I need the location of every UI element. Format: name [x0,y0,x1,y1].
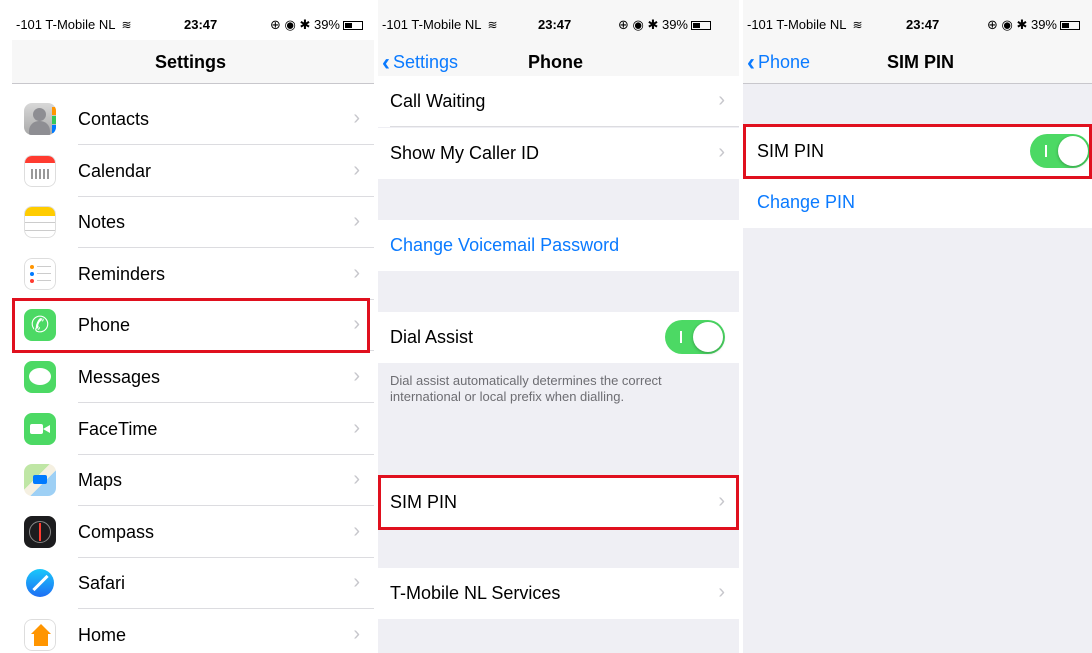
dial-assist-row: Dial Assist [378,312,739,363]
reminders-icon [24,257,56,290]
settings-item-label: Home [78,625,127,645]
status-bar: -101 T-Mobile NL ≋ 23:47 ⊕ ◉ ✱ 39% [743,0,1092,40]
settings-item-home[interactable]: Home › [12,610,374,653]
status-right: ⊕ ◉ ✱ 39% [987,17,1080,33]
settings-item-label: FaceTime [78,418,158,439]
page-title: SIM PIN [887,52,955,72]
settings-item-reminders[interactable]: Reminders › [12,248,374,300]
highlight-sim-pin-toggle [743,124,1092,179]
wifi-icon: ≋ [487,18,498,32]
settings-item-safari[interactable]: Safari › [12,558,374,610]
carrier-label: -101 T-Mobile NL ≋ [16,17,132,32]
row-label: Change Voicemail Password [390,235,620,255]
contacts-icon [24,103,56,135]
settings-item-messages[interactable]: Messages › [12,352,374,403]
battery-icon [690,21,711,30]
chevron-right-icon: › [353,416,360,439]
settings-item-label: Notes [78,212,126,233]
status-time: 23:47 [538,17,572,32]
phone-screen: -101 T-Mobile NL ≋ 23:47 ⊕ ◉ ✱ 39% ‹ Setti… [378,0,739,653]
status-right: ⊕ ◉ ✱ 39% [618,17,711,33]
calendar-icon [24,154,56,187]
page-title: Phone [528,52,584,72]
settings-screen: -101 T-Mobile NL ≋ 23:47 ⊕ ◉ ✱ 39% Settin… [12,0,374,653]
settings-item-maps[interactable]: Maps › [12,455,374,507]
chevron-right-icon: › [353,365,360,387]
settings-item-contacts[interactable]: Contacts › [12,94,374,145]
battery-icon [1059,21,1080,30]
chevron-left-icon: ‹ [382,49,390,76]
call-waiting-row[interactable]: Call Waiting › [378,76,739,127]
settings-item-notes[interactable]: Notes › [12,197,374,249]
chevron-right-icon: › [353,158,360,181]
nav-bar: ‹ Phone SIM PIN [743,40,1092,84]
settings-item-label: Compass [78,521,155,542]
carrier-label: -101 T-Mobile NL ≋ [747,17,863,32]
nav-bar: Settings [12,40,374,84]
dial-assist-toggle[interactable] [665,320,725,354]
messages-icon [24,361,56,393]
change-pin-row[interactable]: Change PIN [743,177,1092,228]
settings-item-label: Calendar [78,160,152,181]
chevron-right-icon: › [353,468,360,491]
chevron-right-icon: › [718,89,725,111]
status-time: 23:47 [184,17,218,32]
chevron-right-icon: › [353,571,360,594]
row-label: Show My Caller ID [390,143,540,163]
row-label: Call Waiting [390,91,486,111]
chevron-right-icon: › [353,519,360,542]
change-voicemail-row[interactable]: Change Voicemail Password [378,220,739,271]
chevron-right-icon: › [353,107,360,129]
row-label: Dial Assist [390,327,474,347]
wifi-icon: ≋ [852,18,863,32]
highlight-phone [12,298,370,353]
sim-pin-screen: -101 T-Mobile NL ≋ 23:47 ⊕ ◉ ✱ 39% ‹ Phone… [743,0,1092,653]
carrier-label: -101 T-Mobile NL ≋ [382,17,498,32]
page-title: Settings [155,52,227,72]
settings-item-calendar[interactable]: Calendar › [12,145,374,197]
chevron-right-icon: › [353,210,360,233]
maps-icon [24,464,56,497]
chevron-right-icon: › [353,623,360,645]
settings-item-label: Safari [78,573,126,594]
caller-id-row[interactable]: Show My Caller ID › [378,128,739,179]
status-bar: -101 T-Mobile NL ≋ 23:47 ⊕ ◉ ✱ 39% [12,0,374,40]
wifi-icon: ≋ [121,18,132,32]
dial-assist-note: Dial assist automatically determines the… [390,373,662,404]
status-bar: -101 T-Mobile NL ≋ 23:47 ⊕ ◉ ✱ 39% [378,0,739,40]
status-time: 23:47 [906,17,940,32]
chevron-right-icon: › [718,581,725,603]
settings-item-compass[interactable]: Compass › [12,506,374,558]
chevron-left-icon: ‹ [747,49,755,76]
home-icon [24,619,56,651]
settings-item-label: Maps [78,470,123,491]
settings-item-label: Reminders [78,263,166,284]
chevron-right-icon: › [353,261,360,284]
back-button[interactable]: ‹ Settings [382,49,458,77]
row-label: Change PIN [757,192,856,212]
battery-icon [342,21,363,30]
back-button[interactable]: ‹ Phone [747,49,810,77]
chevron-right-icon: › [718,141,725,163]
services-row[interactable]: T-Mobile NL Services › [378,568,739,619]
status-right: ⊕ ◉ ✱ 39% [270,17,363,33]
settings-item-facetime[interactable]: FaceTime › [12,403,374,455]
highlight-sim-pin [378,475,739,530]
settings-item-label: Messages [78,367,161,387]
facetime-icon [24,412,56,445]
notes-icon [24,206,56,239]
safari-icon [24,567,56,600]
compass-icon [24,515,56,548]
settings-item-label: Contacts [78,109,150,129]
row-label: T-Mobile NL Services [390,583,561,603]
